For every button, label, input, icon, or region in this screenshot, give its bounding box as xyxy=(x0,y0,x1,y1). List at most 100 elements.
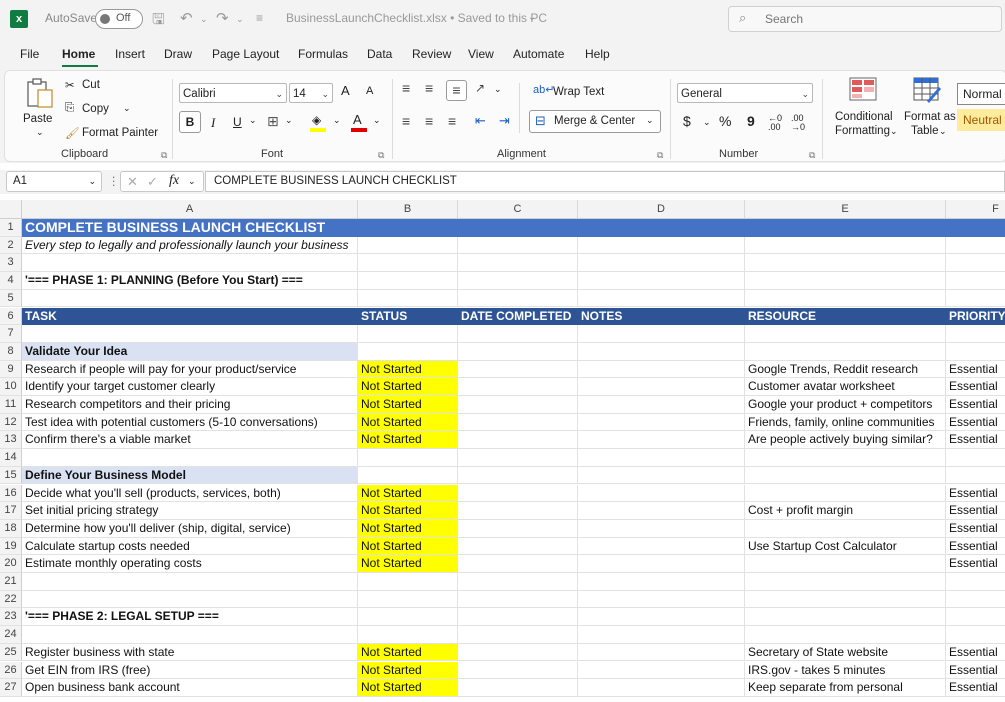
copy-dropdown-icon[interactable]: ⌄ xyxy=(123,103,131,114)
cell-d[interactable] xyxy=(578,449,745,467)
cell-f[interactable]: Essential xyxy=(946,679,1005,697)
cell-c[interactable] xyxy=(458,360,578,379)
cell-a[interactable]: COMPLETE BUSINESS LAUNCH CHECKLIST xyxy=(22,219,358,237)
cell-b[interactable]: Not Started xyxy=(358,378,458,396)
column-header-c[interactable]: C xyxy=(458,200,578,218)
cell-e[interactable]: Are people actively buying similar? xyxy=(745,431,946,450)
search-input[interactable] xyxy=(763,10,987,28)
cell-b[interactable] xyxy=(358,272,458,290)
menu-view[interactable]: View xyxy=(468,47,494,61)
cell-d[interactable] xyxy=(578,626,745,644)
cell-e[interactable]: Google your product + competitors xyxy=(745,396,946,414)
row-header[interactable]: 13 xyxy=(0,431,22,450)
row-header[interactable]: 9 xyxy=(0,360,22,379)
increase-indent-icon[interactable]: ⇥ xyxy=(499,113,510,129)
undo-dropdown-icon[interactable]: ⌄ xyxy=(200,14,208,25)
cell-d[interactable]: NOTES xyxy=(578,307,745,326)
cell-b[interactable]: Not Started xyxy=(358,643,458,662)
cell-a[interactable]: Identify your target customer clearly xyxy=(22,378,358,396)
font-color-button[interactable]: A xyxy=(349,111,371,133)
cell-f[interactable] xyxy=(946,219,1005,237)
align-left-icon[interactable]: ≡ xyxy=(402,113,410,129)
cell-f[interactable]: Essential xyxy=(946,538,1005,556)
cell-e[interactable]: Use Startup Cost Calculator xyxy=(745,537,946,556)
row-header[interactable]: 25 xyxy=(0,643,22,662)
cell-a[interactable]: Determine how you'll deliver (ship, digi… xyxy=(22,519,358,538)
align-bottom-icon[interactable]: ≡ xyxy=(446,80,467,101)
menu-home[interactable]: Home xyxy=(62,47,95,61)
cell-c[interactable] xyxy=(458,626,578,644)
conditional-formatting-button[interactable]: Conditional Formatting ⌄ xyxy=(829,75,899,145)
font-size-select[interactable]: 14 ⌄ xyxy=(289,83,333,103)
cell-a[interactable]: Register business with state xyxy=(22,643,358,662)
cell-c[interactable] xyxy=(458,378,578,396)
cell-f[interactable] xyxy=(946,254,1005,273)
cell-b[interactable]: Not Started xyxy=(358,661,458,680)
cell-b[interactable] xyxy=(358,254,458,273)
cell-c[interactable] xyxy=(458,466,578,485)
menu-automate[interactable]: Automate xyxy=(513,47,564,61)
decrease-indent-icon[interactable]: ⇤ xyxy=(475,113,486,129)
cell-c[interactable] xyxy=(458,643,578,662)
cancel-icon[interactable]: ✕ xyxy=(127,174,138,190)
row-header[interactable]: 15 xyxy=(0,466,22,485)
cell-b[interactable] xyxy=(358,236,458,255)
cell-b[interactable] xyxy=(358,289,458,308)
format-painter-icon[interactable]: 🖌 xyxy=(65,126,80,140)
cell-d[interactable] xyxy=(578,555,745,573)
column-header-a[interactable]: A xyxy=(22,200,358,218)
paste-button[interactable]: Paste ⌄ xyxy=(23,77,57,137)
cell-b[interactable] xyxy=(358,219,458,237)
underline-button[interactable]: U xyxy=(233,115,242,129)
cell-c[interactable] xyxy=(458,484,578,503)
row-header[interactable]: 19 xyxy=(0,537,22,556)
cell-b[interactable]: Not Started xyxy=(358,431,458,450)
row-header[interactable]: 17 xyxy=(0,502,22,520)
align-right-icon[interactable]: ≡ xyxy=(448,113,456,129)
cell-e[interactable] xyxy=(745,254,946,273)
cell-a[interactable]: Calculate startup costs needed xyxy=(22,537,358,556)
format-as-table-button[interactable]: Format as Table ⌄ xyxy=(899,75,956,145)
cell-a[interactable]: Every step to legally and professionally… xyxy=(22,236,358,255)
cell-f[interactable] xyxy=(946,573,1005,591)
cell-a[interactable]: Estimate monthly operating costs xyxy=(22,555,358,573)
align-top-icon[interactable]: ≡ xyxy=(402,80,410,96)
copy-label[interactable]: Copy xyxy=(82,103,109,115)
cell-e[interactable]: Customer avatar worksheet xyxy=(745,378,946,396)
align-center-icon[interactable]: ≡ xyxy=(425,113,433,129)
cell-e[interactable]: Friends, family, online communities xyxy=(745,413,946,432)
cell-b[interactable] xyxy=(358,573,458,591)
redo-dropdown-icon[interactable]: ⌄ xyxy=(236,14,244,25)
cell-f[interactable] xyxy=(946,325,1005,343)
row-header[interactable]: 8 xyxy=(0,342,22,361)
cell-c[interactable] xyxy=(458,519,578,538)
cell-a[interactable] xyxy=(22,449,358,467)
cell-b[interactable]: Not Started xyxy=(358,484,458,503)
cell-d[interactable] xyxy=(578,431,745,450)
cell-e[interactable] xyxy=(745,236,946,255)
cell-f[interactable]: Essential xyxy=(946,644,1005,662)
cell-b[interactable]: Not Started xyxy=(358,360,458,379)
cell-d[interactable] xyxy=(578,502,745,520)
undo-icon[interactable]: ↶ xyxy=(180,9,193,27)
cell-c[interactable] xyxy=(458,679,578,697)
cell-d[interactable] xyxy=(578,608,745,627)
cell-c[interactable] xyxy=(458,272,578,290)
italic-button[interactable]: I xyxy=(211,115,215,131)
cell-e[interactable]: RESOURCE xyxy=(745,307,946,326)
menu-formulas[interactable]: Formulas xyxy=(298,47,348,61)
cell-e[interactable] xyxy=(745,289,946,308)
copy-icon[interactable]: ⎘ xyxy=(65,102,74,115)
font-family-select[interactable]: Calibri ⌄ xyxy=(179,83,287,103)
cell-f[interactable] xyxy=(946,449,1005,467)
row-header[interactable]: 11 xyxy=(0,396,22,414)
chevron-down-icon[interactable]: ⌄ xyxy=(188,176,196,187)
row-header[interactable]: 3 xyxy=(0,254,22,273)
cell-e[interactable]: Secretary of State website xyxy=(745,643,946,662)
row-header[interactable]: 12 xyxy=(0,413,22,432)
cell-e[interactable]: Cost + profit margin xyxy=(745,502,946,520)
row-header[interactable]: 6 xyxy=(0,307,22,326)
cell-d[interactable] xyxy=(578,519,745,538)
increase-decimal-button[interactable]: ←0 .00 xyxy=(768,114,786,132)
number-format-select[interactable]: General ⌄ xyxy=(677,83,813,103)
